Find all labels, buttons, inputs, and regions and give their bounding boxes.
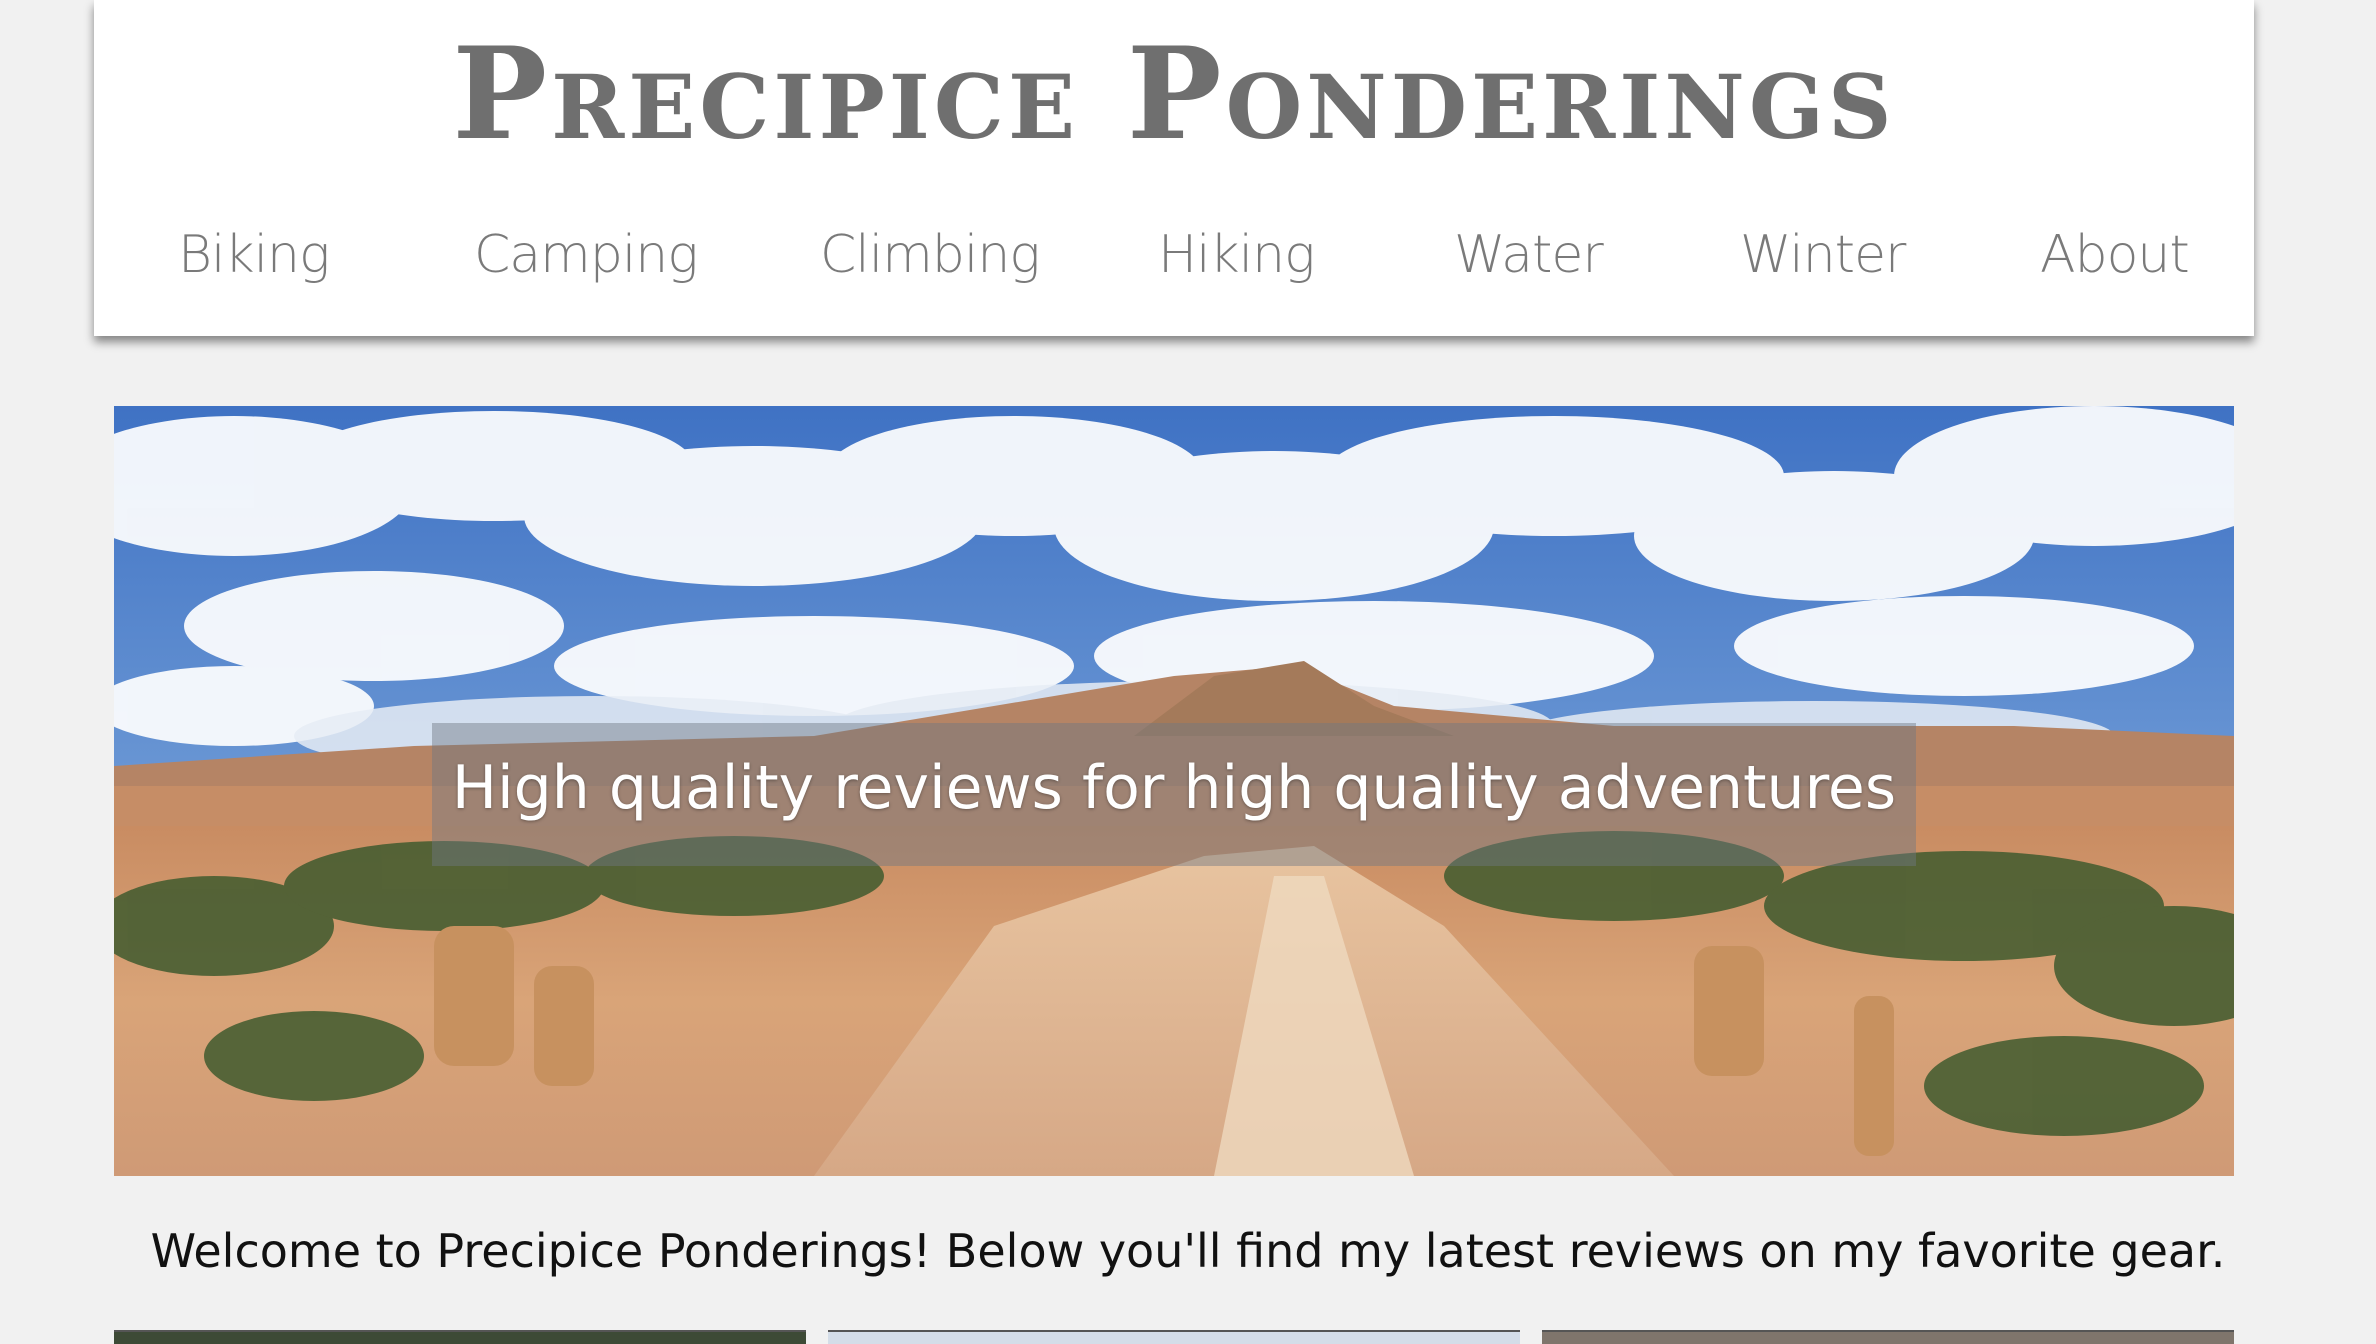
- nav-item-winter[interactable]: Winter: [1740, 215, 1906, 295]
- nav-item-water[interactable]: Water: [1454, 215, 1604, 295]
- hero-tagline: High quality reviews for high quality ad…: [451, 753, 1897, 823]
- site-header: Precipice Ponderings Biking Camping Clim…: [94, 0, 2254, 336]
- tagline-box: High quality reviews for high quality ad…: [432, 723, 1916, 866]
- site-title[interactable]: Precipice Ponderings: [94, 14, 2254, 174]
- review-card-2[interactable]: [828, 1330, 1520, 1344]
- hero-banner: High quality reviews for high quality ad…: [114, 406, 2234, 1176]
- nav-item-biking[interactable]: Biking: [178, 215, 330, 295]
- nav-item-climbing[interactable]: Climbing: [820, 215, 1040, 295]
- nav-item-hiking[interactable]: Hiking: [1158, 215, 1315, 295]
- review-card-1[interactable]: [114, 1330, 806, 1344]
- welcome-message: Welcome to Precipice Ponderings! Below y…: [150, 1224, 2226, 1278]
- nav-item-camping[interactable]: Camping: [474, 215, 698, 295]
- main-nav: Biking Camping Climbing Hiking Water Win…: [94, 215, 2254, 295]
- review-card-3[interactable]: [1542, 1330, 2234, 1344]
- nav-item-about[interactable]: About: [2040, 215, 2190, 295]
